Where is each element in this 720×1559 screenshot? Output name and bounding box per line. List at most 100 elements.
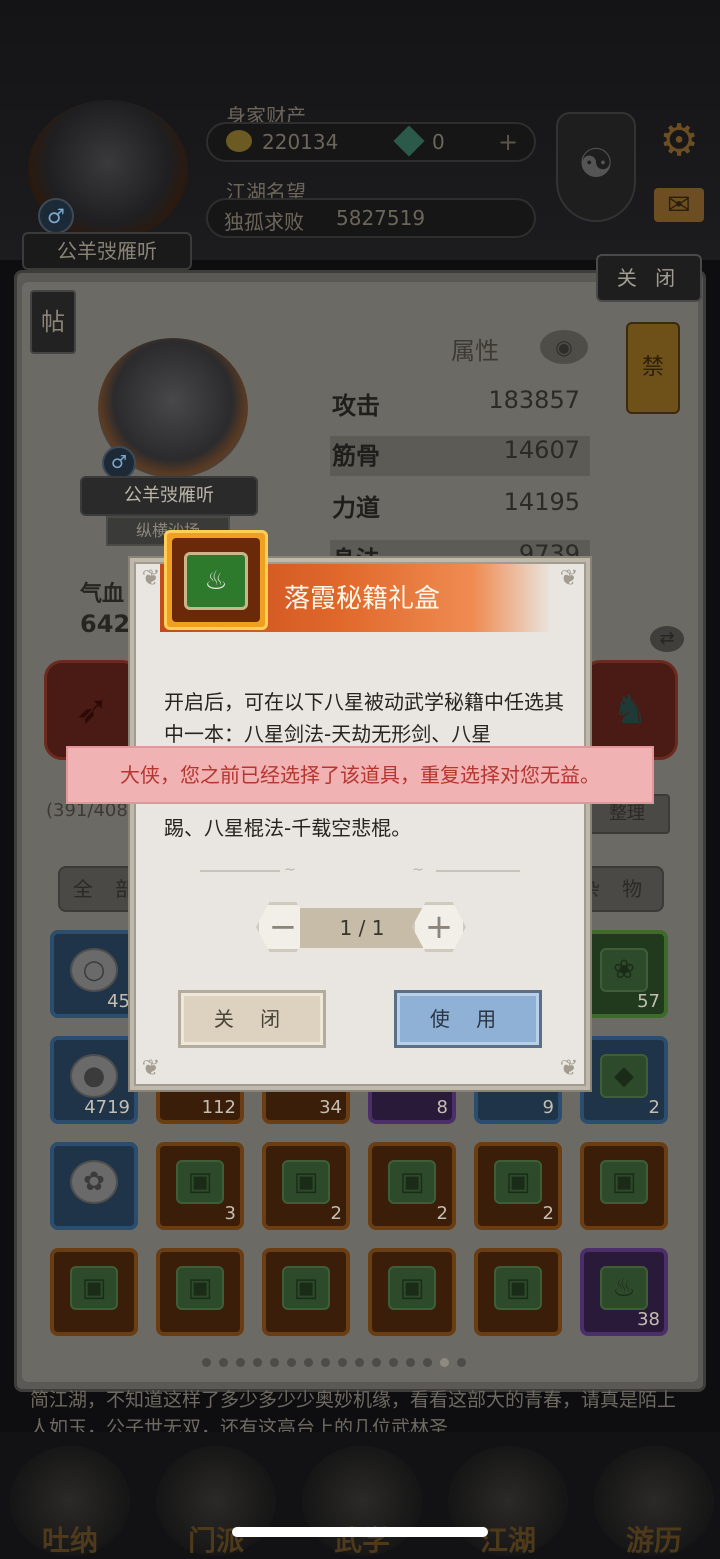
home-indicator[interactable] — [232, 1527, 488, 1537]
hero-gender-icon: ♂ — [102, 446, 136, 480]
use-button[interactable]: 使 用 — [394, 990, 542, 1048]
page-dot[interactable] — [440, 1358, 449, 1367]
panel-close-button[interactable]: 关 闭 — [596, 254, 702, 302]
page-dot[interactable] — [355, 1358, 364, 1367]
inventory-slot[interactable]: ▣ — [580, 1142, 668, 1230]
gift-chest-icon: ▣ — [282, 1160, 330, 1204]
attribute-value: 14195 — [503, 488, 580, 516]
page-dot[interactable] — [338, 1358, 347, 1367]
page-indicator — [202, 1352, 474, 1367]
item-icon: ✿ — [70, 1160, 118, 1204]
inventory-slot[interactable]: ◆ 2 — [580, 1036, 668, 1124]
nav-wuxue[interactable]: 武学 — [302, 1446, 422, 1557]
item-count: 2 — [648, 1097, 660, 1118]
divider-ornament: ~ ~ — [200, 862, 520, 878]
page-dot[interactable] — [253, 1358, 262, 1367]
divider-line — [436, 870, 520, 872]
gift-chest-icon: ▣ — [494, 1266, 542, 1310]
page-dot[interactable] — [389, 1358, 398, 1367]
nav-jianghu[interactable]: 江湖 — [448, 1446, 568, 1557]
item-count: 112 — [201, 1097, 236, 1118]
page-dot[interactable] — [321, 1358, 330, 1367]
inventory-slot[interactable]: ▣ — [474, 1248, 562, 1336]
banner-icon[interactable]: 禁 — [626, 322, 680, 414]
swap-icon[interactable]: ⇄ — [650, 626, 684, 652]
inventory-slot[interactable]: ▣ 2 — [474, 1142, 562, 1230]
taiji-icon[interactable]: ☯ — [556, 112, 636, 222]
fame-title: 独孤求败 — [224, 210, 304, 234]
swirl-icon: ~ — [284, 862, 296, 878]
page-dot[interactable] — [219, 1358, 228, 1367]
nav-tuna[interactable]: 吐纳 — [10, 1446, 130, 1557]
item-icon: ○ — [70, 948, 118, 992]
inventory-slot[interactable]: ▣ — [368, 1248, 456, 1336]
toast-message: 大侠，您之前已经选择了该道具，重复选择对您无益。 — [66, 746, 654, 804]
attribute-name: 力道 — [332, 494, 380, 522]
inventory-slot[interactable]: ● 4719 — [50, 1036, 138, 1124]
gift-chest-icon: ▣ — [70, 1266, 118, 1310]
item-count: 2 — [436, 1203, 448, 1224]
item-icon: ● — [70, 1054, 118, 1098]
item-icon: ◆ — [600, 1054, 648, 1098]
page-dot[interactable] — [287, 1358, 296, 1367]
inventory-slot[interactable]: ○ 45 — [50, 930, 138, 1018]
invitation-button[interactable]: 帖 — [30, 290, 76, 354]
swirl-icon: ~ — [412, 862, 424, 878]
inventory-slot[interactable]: ❀ 57 — [580, 930, 668, 1018]
gender-male-icon: ♂ — [38, 198, 74, 234]
inventory-slot[interactable]: ▣ 2 — [262, 1142, 350, 1230]
attribute-row: 攻击 183857 — [330, 386, 590, 426]
item-count: 34 — [319, 1097, 342, 1118]
page-dot[interactable] — [406, 1358, 415, 1367]
gift-chest-icon: ♨ — [184, 552, 248, 610]
player-name: 公羊弢雁听 — [22, 232, 192, 270]
page-dot[interactable] — [202, 1358, 211, 1367]
inventory-slot[interactable]: ▣ 2 — [368, 1142, 456, 1230]
page-dot[interactable] — [423, 1358, 432, 1367]
page-dot[interactable] — [236, 1358, 245, 1367]
item-icon: ♨ — [600, 1266, 648, 1310]
item-count: 2 — [330, 1203, 342, 1224]
item-count: 57 — [637, 991, 660, 1012]
nav-youli[interactable]: 游历 — [594, 1446, 714, 1557]
page-dot[interactable] — [372, 1358, 381, 1367]
page-dot[interactable] — [304, 1358, 313, 1367]
gift-chest-icon: ▣ — [388, 1160, 436, 1204]
attribute-row: 力道 14195 — [330, 488, 590, 528]
gift-chest-icon: ▣ — [600, 1160, 648, 1204]
page-dot[interactable] — [270, 1358, 279, 1367]
inventory-slot[interactable]: ▣ 3 — [156, 1142, 244, 1230]
item-count: 4719 — [84, 1097, 130, 1118]
wealth-box — [206, 122, 536, 162]
attribute-row: 筋骨 14607 — [330, 436, 590, 476]
item-count: 9 — [542, 1097, 554, 1118]
mount-slot-icon[interactable]: ♞ — [582, 660, 678, 760]
divider-line — [200, 870, 280, 872]
hero-name: 公羊弢雁听 — [80, 476, 258, 516]
eye-icon[interactable]: ◉ — [540, 330, 588, 364]
jade-amount: 0 — [432, 130, 445, 154]
attribute-value: 183857 — [488, 386, 580, 414]
hp-value: 642 — [80, 610, 131, 638]
weapon-slot-icon[interactable]: ➶ — [44, 660, 140, 760]
gift-chest-icon: ▣ — [176, 1266, 224, 1310]
corner-ornament-icon: ❦ — [559, 566, 579, 591]
quantity-display: 1 / 1 — [300, 908, 424, 948]
item-count: 38 — [637, 1309, 660, 1330]
inventory-slot[interactable]: ▣ — [156, 1248, 244, 1336]
mail-icon[interactable]: ✉ — [654, 188, 704, 222]
gift-chest-icon: ▣ — [282, 1266, 330, 1310]
item-count: 45 — [107, 991, 130, 1012]
add-currency-button[interactable]: + — [498, 128, 518, 156]
inventory-slot[interactable]: ✿ — [50, 1142, 138, 1230]
page-dot[interactable] — [457, 1358, 466, 1367]
corner-ornament-icon: ❦ — [559, 1056, 579, 1081]
inventory-slot[interactable]: ▣ — [50, 1248, 138, 1336]
gold-amount: 220134 — [262, 130, 339, 154]
inventory-slot[interactable]: ♨ 38 — [580, 1248, 668, 1336]
nav-menpai[interactable]: 门派 — [156, 1446, 276, 1557]
gift-chest-icon: ▣ — [494, 1160, 542, 1204]
dialog-close-button[interactable]: 关 闭 — [178, 990, 326, 1048]
gear-icon[interactable]: ⚙ — [654, 116, 704, 166]
inventory-slot[interactable]: ▣ — [262, 1248, 350, 1336]
